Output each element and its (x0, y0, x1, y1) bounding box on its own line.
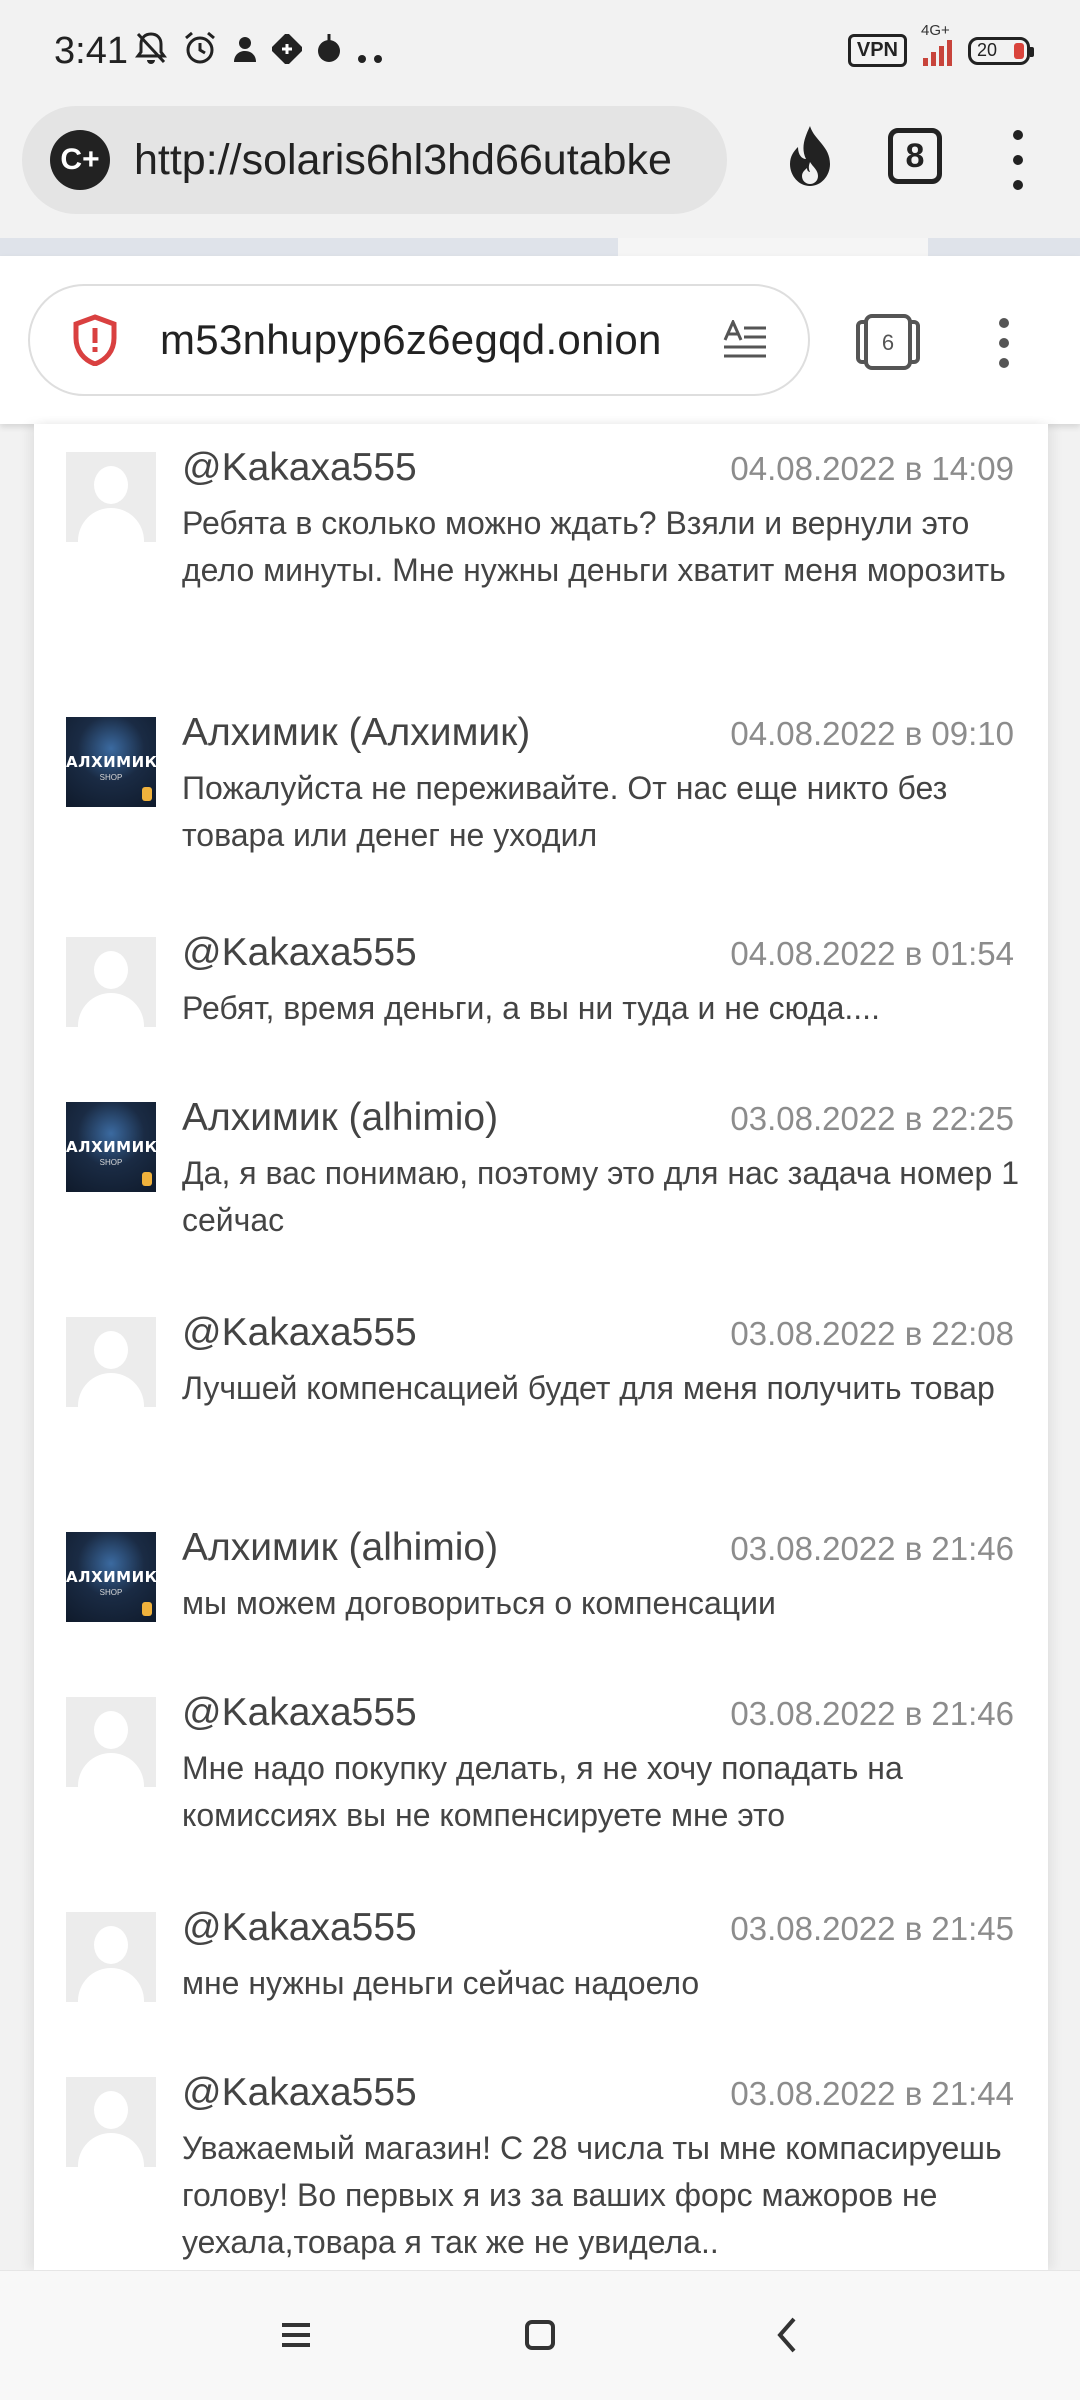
user-avatar[interactable] (66, 452, 156, 542)
comment-author[interactable]: @Kakaxa555 (182, 1691, 417, 1735)
drop-icon (316, 32, 342, 74)
shop-avatar-sub: SHOP (99, 1158, 123, 1167)
cplus-icon[interactable]: C+ (50, 130, 110, 190)
comment-author[interactable]: @Kakaxa555 (182, 446, 417, 490)
shop-avatar[interactable]: АЛХИМИК SHOP (66, 1102, 156, 1192)
comment-author[interactable]: @Kakaxa555 (182, 931, 417, 975)
comment-item: @Kakaxa555 04.08.2022 в 14:09 Ребята в ско… (34, 424, 1048, 670)
tabs-icon[interactable]: 6 (855, 314, 921, 370)
battery-icon: 20 (968, 36, 1034, 65)
comment-text: мне нужны деньги сейчас надоело (182, 1965, 700, 2001)
battery-level: 20 (977, 40, 998, 60)
shop-avatar-sub: SHOP (99, 1588, 123, 1597)
comment-date: 03.08.2022 в 21:46 (730, 1695, 1014, 1732)
shop-avatar[interactable]: АЛХИМИК SHOP (66, 1532, 156, 1622)
shop-avatar-name: АЛХИМИК (66, 753, 156, 771)
comment-date: 03.08.2022 в 21:45 (730, 1910, 1014, 1947)
user-avatar[interactable] (66, 1912, 156, 2002)
shop-avatar-name: АЛХИМИК (66, 1138, 156, 1156)
comment-text: мы можем договориться о компенсации (182, 1585, 776, 1621)
comment-item: АЛХИМИК SHOP Алхимик (alhimio) 03.08.2022 в… (34, 1074, 1048, 1273)
home-icon[interactable] (510, 2305, 570, 2365)
person-icon (232, 32, 258, 74)
comment-text: Ребят, время деньги, а вы ни туда и не с… (182, 990, 880, 1026)
comment-date: 04.08.2022 в 01:54 (730, 935, 1014, 972)
comment-author[interactable]: Алхимик (alhimio) (182, 1526, 498, 1570)
reader-mode-icon[interactable] (722, 320, 768, 362)
fire-icon[interactable] (780, 122, 840, 192)
shop-avatar-name: АЛХИМИК (66, 1568, 156, 1586)
phone-screen: 3:41 VPN 4G+ 20 C+ http://solaris6hl3hd6… (0, 0, 1080, 2400)
status-system-icons: VPN 4G+ 20 (847, 22, 1034, 67)
comment-date: 03.08.2022 в 22:08 (730, 1315, 1014, 1352)
vpn-badge: VPN (847, 34, 907, 67)
comment-item: @Kakaxa555 03.08.2022 в 21:46 Мне надо пок… (34, 1669, 1048, 1868)
comment-date: 03.08.2022 в 22:25 (730, 1100, 1014, 1137)
alarm-icon (182, 30, 218, 76)
comment-item: @Kakaxa555 03.08.2022 в 22:08 Лучшей компе… (34, 1289, 1048, 1488)
comment-item: @Kakaxa555 04.08.2022 в 01:54 Ребят, время… (34, 909, 1048, 1061)
comment-text: Да, я вас понимаю, поэтому это для нас з… (182, 1155, 1020, 1238)
app-icon (270, 32, 304, 74)
status-notification-icons (134, 30, 386, 76)
signal-icon: 4G+ (921, 22, 952, 66)
user-avatar[interactable] (66, 2077, 156, 2167)
comment-text: Пожалуйста не переживайте. От нас еще ни… (182, 770, 948, 853)
comment-item: @Kakaxa555 03.08.2022 в 21:44 Уважаемый ма… (34, 2049, 1048, 2270)
status-time: 3:41 (54, 30, 128, 72)
bell-off-icon (134, 30, 168, 76)
status-bar: 3:41 VPN 4G+ 20 (0, 0, 1080, 100)
inner-address-bar[interactable]: m53nhupyp6z6egqd.onion (28, 284, 810, 396)
user-avatar[interactable] (66, 937, 156, 1027)
more-icon (356, 32, 386, 74)
comment-author[interactable]: Алхимик (Алхимик) (182, 711, 530, 755)
system-navigation-bar (0, 2270, 1080, 2400)
comment-date: 03.08.2022 в 21:44 (730, 2075, 1014, 2112)
shop-avatar[interactable]: АЛХИМИК SHOP (66, 717, 156, 807)
inner-browser-toolbar: m53nhupyp6z6egqd.onion 6 (0, 256, 1080, 424)
comment-text: Мне надо покупку делать, я не хочу попад… (182, 1750, 903, 1833)
outer-address-bar[interactable]: C+ http://solaris6hl3hd66utabke (22, 106, 727, 214)
comment-date: 03.08.2022 в 21:46 (730, 1530, 1014, 1567)
outer-url-text[interactable]: http://solaris6hl3hd66utabke (134, 136, 704, 185)
comment-item: АЛХИМИК SHOP Алхимик (Алхимик) 04.08.2022 в… (34, 689, 1048, 888)
outer-browser-toolbar: C+ http://solaris6hl3hd66utabke 8 (0, 100, 1080, 240)
tabs-count: 6 (882, 330, 894, 355)
comment-item: @Kakaxa555 03.08.2022 в 21:45 мне нужны де… (34, 1884, 1048, 2036)
user-avatar[interactable] (66, 1317, 156, 1407)
comment-author[interactable]: @Kakaxa555 (182, 1311, 417, 1355)
tab-count-button[interactable]: 8 (888, 128, 942, 184)
inner-url-text[interactable]: m53nhupyp6z6egqd.onion (160, 316, 662, 364)
shield-icon[interactable] (72, 314, 118, 366)
user-avatar[interactable] (66, 1697, 156, 1787)
outer-menu-button[interactable] (1006, 130, 1030, 190)
comment-author[interactable]: @Kakaxa555 (182, 2071, 417, 2115)
comment-date: 04.08.2022 в 09:10 (730, 715, 1014, 752)
comment-text: Уважаемый магазин! С 28 числа ты мне ком… (182, 2130, 1002, 2260)
comment-item: АЛХИМИК SHOP Алхимик (alhimio) 03.08.2022 в… (34, 1504, 1048, 1656)
back-icon[interactable] (758, 2305, 818, 2365)
shop-avatar-sub: SHOP (99, 773, 123, 782)
network-type: 4G+ (921, 21, 950, 39)
comment-author[interactable]: @Kakaxa555 (182, 1906, 417, 1950)
comment-date: 04.08.2022 в 14:09 (730, 450, 1014, 487)
recents-icon[interactable] (266, 2305, 326, 2365)
inner-menu-button[interactable] (992, 318, 1016, 368)
comment-text: Лучшей компенсацией будет для меня получ… (182, 1370, 995, 1406)
comment-author[interactable]: Алхимик (alhimio) (182, 1096, 498, 1140)
comment-text: Ребята в сколько можно ждать? Взяли и ве… (182, 505, 1006, 588)
comments-list: @Kakaxa555 04.08.2022 в 14:09 Ребята в ско… (34, 424, 1048, 2270)
